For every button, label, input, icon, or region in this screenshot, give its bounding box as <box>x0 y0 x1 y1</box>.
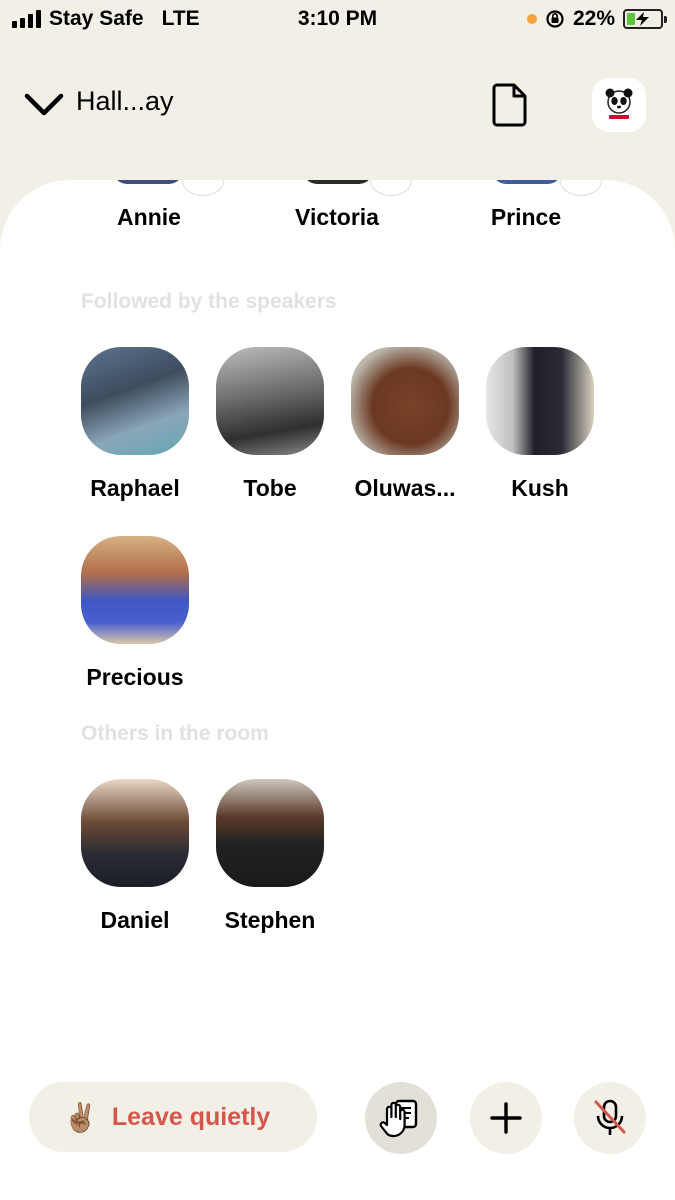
audience-sheet: Annie Victoria Prince Followed by the sp… <box>0 180 675 1200</box>
avatar[interactable] <box>81 536 189 644</box>
member-name: Kush <box>511 475 569 501</box>
member-name: Daniel <box>100 907 170 933</box>
others-section-label: Others in the room <box>81 722 269 745</box>
avatar[interactable] <box>216 347 324 455</box>
battery-percent: 22% <box>572 7 615 30</box>
member-name: Tobe <box>243 475 297 501</box>
speaker-avatar <box>303 180 373 184</box>
audience-member[interactable]: Stephen <box>200 779 340 934</box>
avatar[interactable] <box>216 779 324 887</box>
audience-member[interactable]: Kush <box>470 347 610 502</box>
chevron-down-icon[interactable] <box>24 88 64 122</box>
raise-hand-button[interactable] <box>365 1082 437 1154</box>
speaker-badge <box>182 180 224 196</box>
room-header: Hall...ay <box>0 60 675 150</box>
audience-member[interactable]: Precious <box>65 536 205 691</box>
speaker-name[interactable]: Prince <box>456 204 596 231</box>
audience-member[interactable]: Tobe <box>200 347 340 502</box>
status-bar: Stay Safe LTE 3:10 PM 22% <box>0 0 675 40</box>
member-name: Oluwas... <box>354 475 456 501</box>
speaker-badge <box>370 180 412 196</box>
avatar[interactable] <box>81 347 189 455</box>
avatar[interactable] <box>351 347 459 455</box>
raise-hand-icon <box>379 1099 418 1138</box>
member-name: Stephen <box>224 907 316 933</box>
speaker-avatar <box>492 180 562 184</box>
leave-quietly-button[interactable]: ✌🏽 Leave quietly <box>29 1082 317 1152</box>
member-name: Raphael <box>90 475 180 501</box>
speaker-avatar <box>113 180 183 184</box>
peace-hand-icon: ✌🏽 <box>63 1101 98 1133</box>
document-icon[interactable] <box>491 82 529 128</box>
speaker-name[interactable]: Annie <box>79 204 219 231</box>
rotation-lock-icon <box>546 10 564 28</box>
panda-logo-icon <box>605 88 633 119</box>
battery-icon <box>623 9 667 29</box>
audience-member[interactable]: Raphael <box>65 347 205 502</box>
audience-member[interactable]: Oluwas... <box>335 347 475 502</box>
mic-muted-icon <box>594 1099 626 1135</box>
speaker-name[interactable]: Victoria <box>267 204 407 231</box>
mute-toggle-button[interactable] <box>574 1082 646 1154</box>
profile-avatar-button[interactable] <box>592 78 646 132</box>
speaker-badge <box>560 180 602 196</box>
audience-member[interactable]: Daniel <box>65 779 205 934</box>
add-button[interactable] <box>470 1082 542 1154</box>
avatar[interactable] <box>81 779 189 887</box>
member-name: Precious <box>86 664 184 690</box>
leave-quietly-label: Leave quietly <box>111 1102 271 1131</box>
avatar[interactable] <box>486 347 594 455</box>
followed-section-label: Followed by the speakers <box>81 290 337 313</box>
plus-icon <box>490 1102 522 1134</box>
mic-in-use-dot <box>526 14 537 24</box>
room-title[interactable]: Hall...ay <box>76 86 174 117</box>
